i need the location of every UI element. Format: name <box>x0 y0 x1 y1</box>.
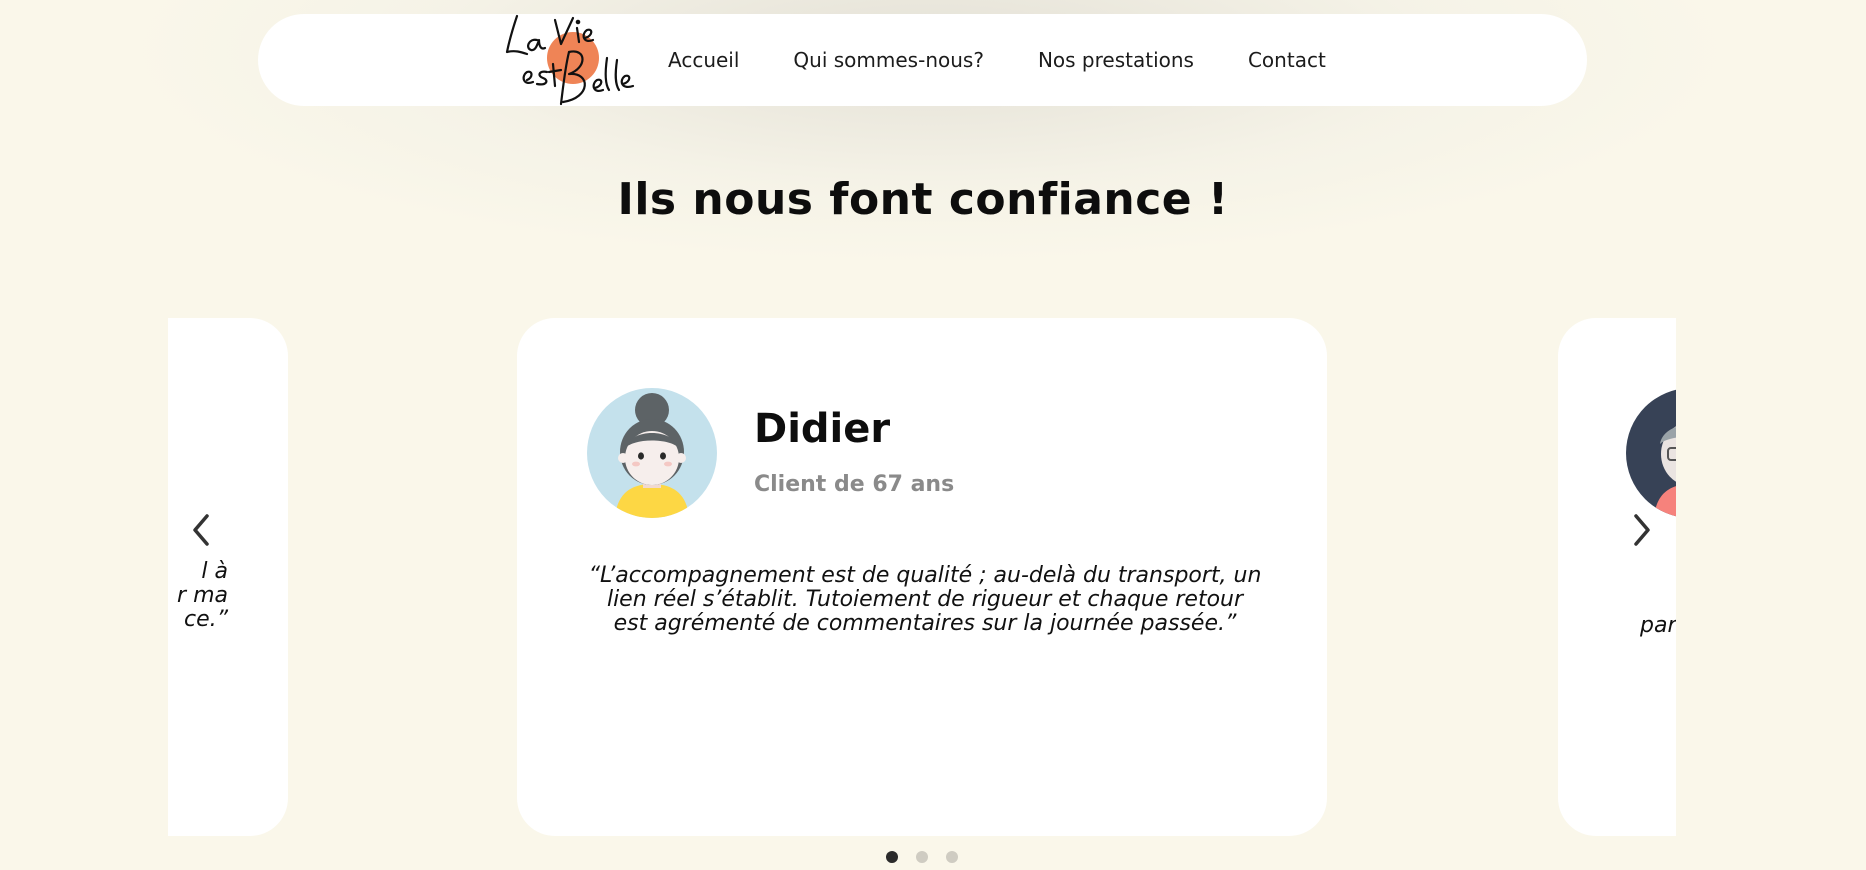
section-title: Ils nous font confiance ! <box>617 174 1229 225</box>
nav-link-accueil[interactable]: Accueil <box>668 48 739 72</box>
chevron-left-icon <box>193 514 209 546</box>
nav-link-nos-prestations[interactable]: Nos prestations <box>1038 48 1194 72</box>
quote-line: r ma <box>177 583 228 608</box>
testimonials-carousel: l à r ma ce.” Didier Client de 67 ans “L… <box>168 318 1676 838</box>
testimonial-quote-previous: l à r ma ce.” <box>177 560 228 632</box>
testimonial-quote-next-line1: “ <box>1646 564 1676 588</box>
site-logo[interactable] <box>503 8 639 112</box>
woman-avatar-icon <box>587 388 717 518</box>
testimonial-subtitle: Client de 67 ans <box>754 472 955 497</box>
carousel-pagination <box>886 851 976 863</box>
man-avatar-icon <box>1626 388 1676 518</box>
testimonial-card-previous[interactable]: l à r ma ce.” <box>168 318 288 836</box>
testimonial-card-current: Didier Client de 67 ans “L’accompagnemen… <box>517 318 1327 836</box>
carousel-prev-button[interactable] <box>181 505 221 555</box>
testimonial-quote-next-line2: par <box>1640 613 1676 638</box>
carousel-dot-2[interactable] <box>916 851 928 863</box>
nav-link-qui-sommes-nous[interactable]: Qui sommes-nous? <box>793 48 984 72</box>
nav-menu: Accueil Qui sommes-nous? Nos prestations… <box>668 0 1380 120</box>
carousel-dot-1[interactable] <box>886 851 898 863</box>
testimonial-card-next[interactable]: “ par <box>1558 318 1676 836</box>
logo-graphic <box>505 14 635 106</box>
carousel-dot-3[interactable] <box>946 851 958 863</box>
nav-link-contact[interactable]: Contact <box>1248 48 1326 72</box>
chevron-right-icon <box>1634 514 1650 546</box>
carousel-next-button[interactable] <box>1622 505 1662 555</box>
testimonial-name: Didier <box>754 406 891 452</box>
quote-line: ce.” <box>183 607 228 632</box>
testimonial-quote: “L’accompagnement est de qualité ; au-de… <box>588 563 1262 636</box>
quote-line: l à <box>201 559 228 584</box>
